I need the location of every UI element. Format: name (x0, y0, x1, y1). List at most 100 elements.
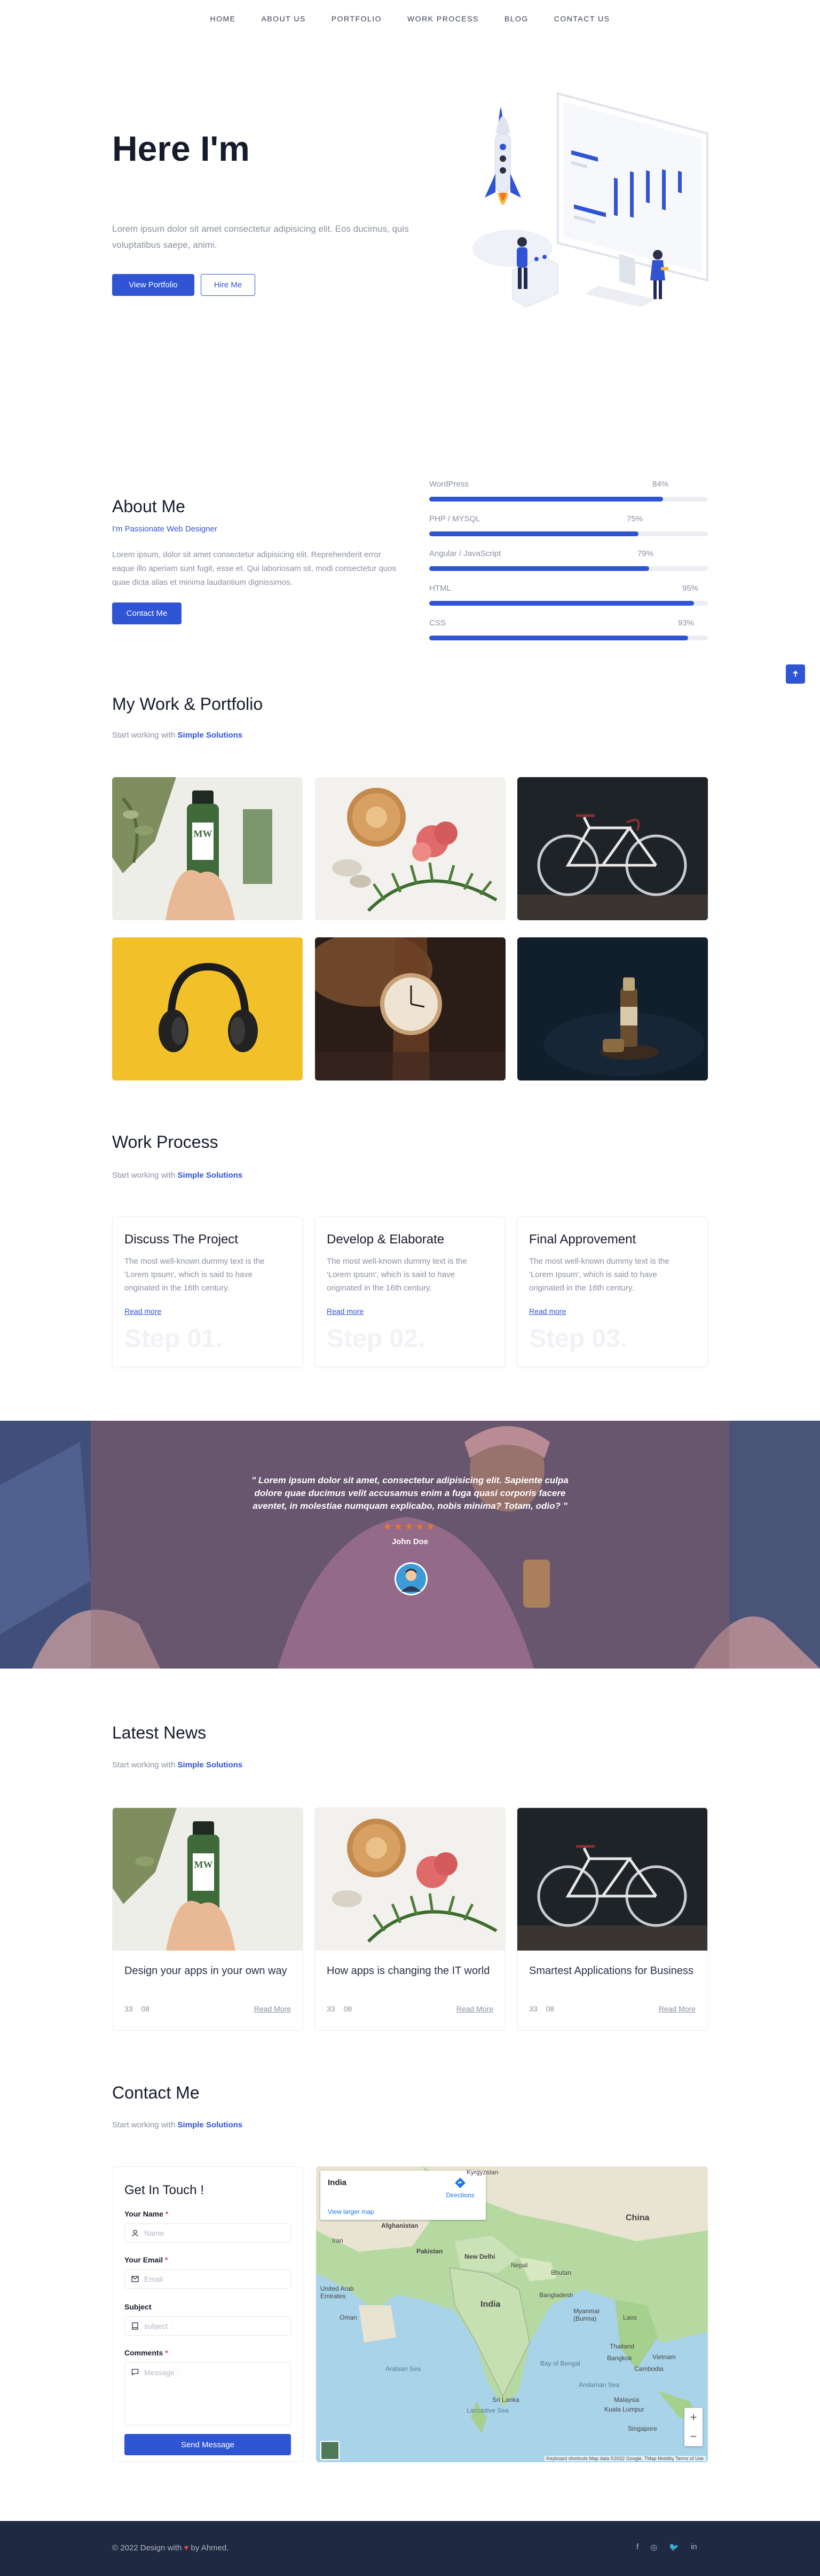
news-card-3[interactable]: Smartest Applications for Business 33 08… (517, 1807, 708, 2031)
news-card-1[interactable]: MW Design your apps in your own way 33 0… (112, 1807, 303, 2031)
send-message-button[interactable]: Send Message (124, 2434, 291, 2455)
news-card-title[interactable]: Design your apps in your own way (124, 1963, 290, 1979)
social-links: f ◎ 🐦 in (636, 2542, 697, 2552)
rocket-icon (485, 107, 521, 205)
form-title: Get In Touch ! (124, 2183, 204, 2197)
process-subtitle: Start working with Simple Solutions (112, 1171, 242, 1180)
contact-subtitle: Start working with Simple Solutions (112, 2120, 242, 2129)
svg-text:MW: MW (194, 828, 212, 839)
nav-contact[interactable]: CONTACT US (554, 14, 610, 23)
nav-home[interactable]: HOME (210, 14, 236, 23)
monitor-chart-graphic (557, 92, 708, 307)
skill-wordpress: WordPress 84% (429, 480, 708, 514)
skill-track (429, 531, 708, 536)
arrow-up-icon (793, 670, 798, 677)
portfolio-item-flowers[interactable] (315, 777, 506, 920)
wristwatch-photo (315, 937, 506, 1080)
news-image-bottle: MW (113, 1808, 303, 1951)
scroll-to-top-button[interactable] (786, 664, 805, 684)
likes-count: 33 (124, 2005, 133, 2013)
satellite-toggle[interactable] (320, 2441, 340, 2460)
read-more-link[interactable]: Read more (327, 1307, 364, 1316)
skill-track (429, 636, 708, 640)
name-field[interactable]: Name (124, 2223, 291, 2243)
read-more-link[interactable]: Read more (124, 1307, 161, 1316)
nav-about[interactable]: ABOUT US (262, 14, 306, 23)
message-textarea[interactable]: Message : (124, 2362, 291, 2425)
news-card-2[interactable]: How apps is changing the IT world 33 08 … (314, 1807, 506, 2031)
skill-value: 84% (652, 480, 669, 489)
email-field[interactable]: Email (124, 2269, 291, 2289)
news-card-title[interactable]: Smartest Applications for Business (529, 1963, 695, 1979)
avatar (395, 1562, 428, 1595)
news-card-title[interactable]: How apps is changing the IT world (327, 1963, 492, 1979)
zoom-out-button[interactable]: − (684, 2427, 703, 2446)
portfolio-item-watch[interactable] (315, 937, 506, 1080)
twitter-icon[interactable]: 🐦 (669, 2542, 679, 2552)
news-card-meta: 33 08 (124, 2005, 149, 2013)
hero-title: Here I'm (112, 129, 250, 168)
subtitle-highlight: Simple Solutions (177, 1171, 243, 1180)
nav-work-process[interactable]: WORK PROCESS (407, 14, 479, 23)
comments-label: Comments * (124, 2348, 168, 2357)
process-card-3: Final Approvement The most well-known du… (517, 1217, 708, 1367)
read-more-link[interactable]: Read More (254, 2005, 291, 2013)
skill-name: HTML (429, 584, 451, 593)
subject-field[interactable]: subject : (124, 2316, 291, 2336)
read-more-link[interactable]: Read More (456, 2005, 493, 2013)
nav-blog[interactable]: BLOG (504, 14, 529, 23)
nav-portfolio[interactable]: PORTFOLIO (332, 14, 382, 23)
green-bottle-photo: MW (112, 777, 303, 920)
map-label: Nepal (511, 2261, 528, 2269)
news-image-bicycle (517, 1808, 707, 1951)
read-more-link[interactable]: Read more (529, 1307, 566, 1316)
comments-count: 08 (343, 2005, 352, 2013)
zoom-in-button[interactable]: + (684, 2408, 703, 2427)
map-label: Laos (623, 2314, 637, 2321)
testimonial-author: John Doe (391, 1537, 429, 1546)
instagram-icon[interactable]: ◎ (650, 2542, 657, 2552)
portfolio-title: My Work & Portfolio (112, 694, 263, 714)
subtitle-prefix: Start working with (112, 2120, 178, 2129)
map-label: Laccadive Sea (467, 2407, 509, 2414)
portfolio-item-bicycle[interactable] (517, 777, 708, 920)
map-label: Myanmar (Burma) (573, 2307, 601, 2322)
read-more-link[interactable]: Read More (659, 2005, 696, 2013)
portfolio-item-green-bottle[interactable]: MW (112, 777, 303, 920)
news-card-meta: 33 08 (327, 2005, 352, 2013)
map-label: Iran (332, 2237, 343, 2244)
skill-html: HTML 95% (429, 584, 708, 618)
skill-value: 79% (637, 549, 654, 558)
map-label: New Delhi (464, 2253, 495, 2260)
map-embed[interactable]: India View larger map Directions Kyrgyzs… (316, 2166, 708, 2462)
skill-fill (429, 497, 664, 502)
news-title: Latest News (112, 1723, 207, 1742)
top-nav: HOME ABOUT US PORTFOLIO WORK PROCESS BLO… (0, 0, 820, 37)
facebook-icon[interactable]: f (636, 2542, 638, 2552)
contact-title: Contact Me (112, 2083, 200, 2102)
map-label: Kyrgyzstan (467, 2168, 499, 2176)
message-placeholder: Message : (144, 2368, 179, 2377)
svg-text:MW: MW (194, 1859, 213, 1870)
skill-fill (429, 566, 650, 571)
hire-me-button[interactable]: Hire Me (201, 274, 255, 296)
mail-icon (131, 2276, 139, 2282)
bicycle-photo (517, 777, 708, 920)
contact-me-button[interactable]: Contact Me (112, 602, 182, 624)
skill-css: CSS 93% (429, 618, 708, 653)
view-portfolio-button[interactable]: View Portfolio (112, 274, 194, 296)
map-label: Pakistan (416, 2248, 443, 2255)
map-label: China (626, 2213, 650, 2222)
name-label: Your Name * (124, 2210, 168, 2218)
process-title: Work Process (112, 1132, 218, 1152)
portfolio-item-headphones[interactable] (112, 937, 303, 1080)
label-text: Your Email (124, 2256, 163, 2264)
portfolio-item-bottle-dark[interactable] (517, 937, 708, 1080)
skill-name: Angular / JavaScript (429, 549, 501, 558)
book-icon (132, 2322, 138, 2330)
map-label: Bangladesh (539, 2291, 573, 2299)
skill-fill (429, 601, 694, 606)
map-label: Singapore (628, 2425, 657, 2432)
process-card-2: Develop & Elaborate The most well-known … (314, 1217, 506, 1367)
linkedin-icon[interactable]: in (691, 2542, 697, 2552)
